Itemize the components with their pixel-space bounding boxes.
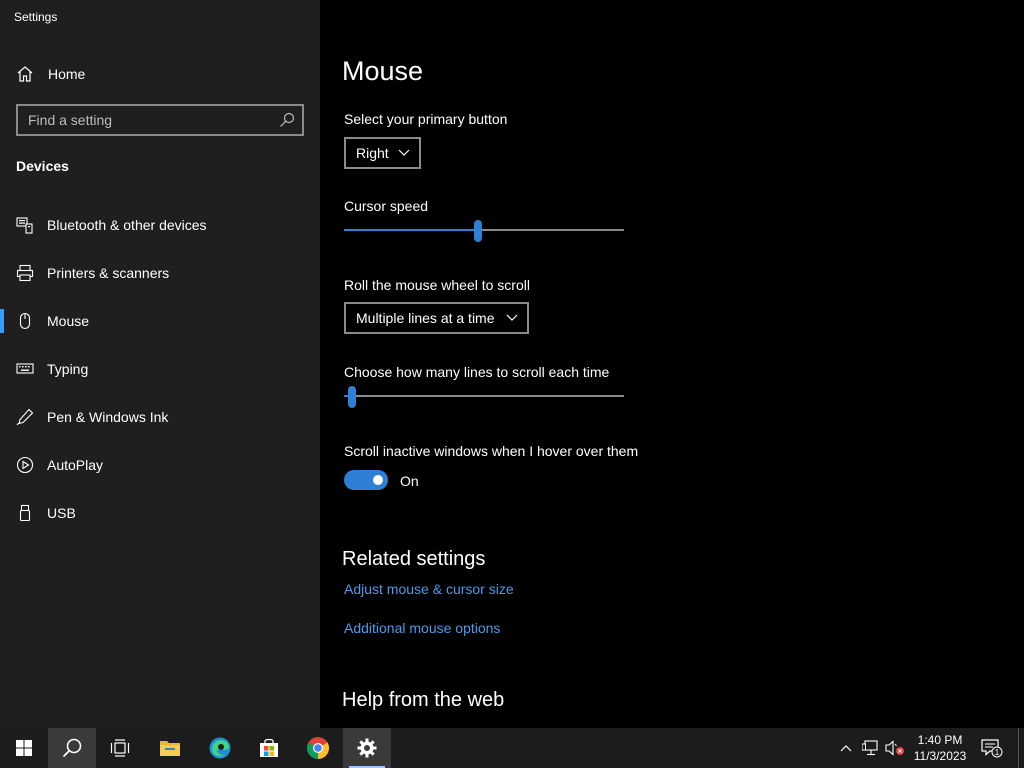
app-title: Settings (14, 10, 58, 24)
sidebar-item-label: Printers & scanners (47, 265, 170, 281)
network-icon (862, 740, 878, 756)
task-view-button[interactable] (96, 728, 144, 768)
notification-icon: 1 (981, 739, 1003, 758)
selection-indicator (0, 309, 4, 333)
sidebar-item-pen[interactable]: Pen & Windows Ink (0, 401, 320, 449)
wheel-scroll-value: Multiple lines at a time (356, 310, 495, 326)
keyboard-icon (16, 363, 34, 374)
adjust-cursor-size-link[interactable]: Adjust mouse & cursor size (344, 581, 514, 597)
home-nav-item[interactable]: Home (0, 60, 320, 88)
sidebar-item-label: Pen & Windows Ink (47, 409, 169, 425)
sidebar-nav: Bluetooth & other devices Printers & sca… (0, 209, 320, 545)
search-box[interactable] (16, 104, 304, 136)
usb-icon (19, 504, 31, 522)
sidebar: Settings Home Devices Bluetooth & other … (0, 0, 320, 728)
start-button[interactable] (0, 728, 48, 768)
search-icon[interactable] (279, 112, 295, 128)
windows-logo-icon (16, 740, 32, 756)
primary-button-dropdown[interactable]: Right (344, 137, 421, 169)
primary-button-value: Right (356, 145, 389, 161)
action-center-button[interactable]: 1 (980, 728, 1004, 768)
sidebar-item-printers[interactable]: Printers & scanners (0, 257, 320, 305)
taskbar: 1:40 PM 11/3/2023 1 (0, 728, 1024, 768)
chevron-down-icon (506, 314, 518, 321)
file-explorer-button[interactable] (146, 728, 194, 768)
sidebar-item-label: AutoPlay (47, 457, 104, 473)
lines-to-scroll-label: Choose how many lines to scroll each tim… (344, 364, 610, 380)
slider-track (344, 395, 624, 397)
notification-count: 1 (995, 748, 1000, 757)
slider-thumb[interactable] (474, 220, 482, 242)
scroll-inactive-label: Scroll inactive windows when I hover ove… (344, 443, 639, 459)
chevron-up-icon (840, 745, 852, 752)
lines-to-scroll-slider[interactable] (344, 386, 624, 408)
content-pane: Mouse Select your primary button Right C… (320, 0, 1024, 728)
section-title-devices: Devices (16, 158, 69, 174)
gear-icon (357, 738, 377, 758)
clock-time: 1:40 PM (917, 733, 963, 747)
mouse-icon (19, 312, 31, 330)
search-taskbar-button[interactable] (48, 728, 96, 768)
sidebar-item-bluetooth[interactable]: Bluetooth & other devices (0, 209, 320, 257)
sidebar-item-mouse[interactable]: Mouse (0, 305, 320, 353)
task-view-icon (110, 739, 130, 757)
autoplay-icon (16, 456, 34, 474)
wheel-scroll-label: Roll the mouse wheel to scroll (344, 277, 530, 293)
volume-tray-button[interactable] (884, 728, 906, 768)
sidebar-item-usb[interactable]: USB (0, 497, 320, 545)
page-title: Mouse (342, 56, 424, 86)
related-settings-title: Related settings (342, 548, 486, 570)
toggle-knob (373, 475, 383, 485)
toggle-state-label: On (400, 473, 419, 489)
edge-browser-button[interactable] (196, 728, 244, 768)
folder-icon (160, 741, 180, 756)
sidebar-item-label: Bluetooth & other devices (47, 217, 207, 233)
slider-fill (344, 229, 478, 231)
home-label: Home (48, 66, 86, 82)
clock-date: 11/3/2023 (913, 749, 967, 763)
search-input[interactable] (18, 106, 268, 134)
show-hidden-icons-button[interactable] (836, 728, 856, 768)
search-icon (62, 738, 82, 758)
chevron-down-icon (398, 149, 410, 156)
pen-icon (16, 408, 34, 426)
settings-taskbar-button[interactable] (343, 728, 391, 768)
primary-button-label: Select your primary button (344, 111, 508, 127)
sidebar-item-label: Typing (47, 361, 89, 377)
show-desktop-button[interactable] (1018, 728, 1024, 768)
help-title: Help from the web (342, 689, 505, 711)
cursor-speed-label: Cursor speed (344, 198, 429, 214)
sidebar-item-typing[interactable]: Typing (0, 353, 320, 401)
microsoft-store-button[interactable] (245, 728, 293, 768)
clock[interactable]: 1:40 PM 11/3/2023 (906, 732, 974, 764)
volume-muted-icon (885, 740, 904, 756)
bluetooth-devices-icon (16, 217, 33, 234)
sidebar-item-label: USB (47, 505, 76, 521)
chrome-browser-button[interactable] (294, 728, 342, 768)
additional-mouse-options-link[interactable]: Additional mouse options (344, 620, 500, 636)
chrome-icon (307, 737, 329, 759)
slider-thumb[interactable] (348, 386, 356, 408)
edge-icon (209, 737, 231, 759)
sidebar-item-label: Mouse (47, 313, 90, 329)
printer-icon (16, 264, 34, 282)
cursor-speed-slider[interactable] (344, 220, 624, 242)
scroll-inactive-toggle[interactable] (344, 470, 388, 490)
sidebar-item-autoplay[interactable]: AutoPlay (0, 449, 320, 497)
home-icon (17, 66, 33, 82)
network-tray-button[interactable] (860, 728, 882, 768)
wheel-scroll-dropdown[interactable]: Multiple lines at a time (344, 302, 529, 334)
store-icon (260, 738, 278, 757)
